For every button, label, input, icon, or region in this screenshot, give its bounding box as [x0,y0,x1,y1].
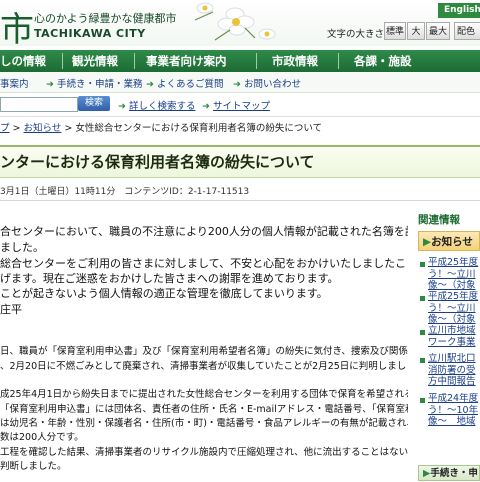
sidebar-link-line: ワーク事業 [428,336,476,348]
body-text-line: 庄平 [0,303,22,316]
font-size-label: 文字の大きさ [327,29,385,40]
body-text-line: 総合センターをご利用の皆さまに対しまして、不安と心配をおかけいたしましたことにつ… [0,257,408,270]
nav-item-departments[interactable]: 各課・施設 [354,50,412,72]
bullet-icon [420,398,425,403]
bullet-icon [420,330,425,335]
subnav-contact-link[interactable]: ➜ お問い合わせ [233,76,301,90]
search-button[interactable]: 検索 [78,96,110,111]
publish-date: 3月1日（土曜日）11時11分 [0,187,116,197]
color-scheme-button[interactable]: 配色変 [454,22,480,40]
font-size-large-button[interactable]: 大 [407,22,425,40]
nav-divider [338,53,339,69]
sidebar-notice-link[interactable]: 立川駅北口 消防署の受 方中間報告 [428,353,480,388]
breadcrumb-separator: > [12,123,21,134]
bullet-icon [420,262,425,267]
subnav-procedures-link[interactable]: ➜ 手続き・申請・業務 [46,76,142,90]
advanced-search-link[interactable]: ➜ 詳しく検索する [118,98,195,112]
sidebar-link-line: 平成25年度 [428,257,479,268]
sidebar-notice-link[interactable]: 平成25年度 う！～立川 像～（対象 [428,291,480,326]
nav-item-tourism[interactable]: 観光情報 [72,50,118,72]
content-id: 2-1-17-11513 [187,187,250,197]
subnav-faq-link[interactable]: ➜ よくあるご質問 [146,76,223,90]
city-name-english: TACHIKAWA CITY [34,27,146,40]
breadcrumb-current: 女性総合センターにおける保育利用者名簿の紛失について [75,123,323,134]
detail-text-line: 成25年4月1日から紛失日までに提出された女性総合センターを利用する団体で保育を… [0,389,408,400]
nav-divider [62,53,63,69]
sidebar-notice-link[interactable]: 立川市地域 ワーク事業 [428,325,480,348]
related-info-heading: 関連情報 [418,214,460,226]
font-size-standard-button[interactable]: 標準 [384,22,406,40]
sidebar-link-line: う！～立川 [428,268,476,280]
breadcrumb: プ > お知らせ > 女性総合センターにおける保育利用者名簿の紛失について [0,120,322,134]
subnav-label: 手続き・申請・業務 [56,79,143,90]
body-text-line: ました。 [0,241,44,254]
notice-heading: ▶お知らせ [418,231,480,251]
sidebar-link-line: う！～10年 [428,404,479,416]
breadcrumb-notice-link[interactable]: お知らせ [24,123,62,134]
sidebar-link-line: う！～立川 [428,302,476,314]
subnav-label: よくあるご質問 [156,79,224,90]
arrow-right-icon: ➜ [146,79,154,90]
font-size-max-button[interactable]: 最大 [426,22,450,40]
sidebar-link-line: 方中間報告 [428,376,476,387]
search-input[interactable] [0,97,78,112]
content-divider [0,200,480,201]
arrow-right-icon: ➜ [202,101,210,112]
sidebar-link-line: 立川市地域 [428,325,476,336]
sidebar-link-line: 像～（対象 [428,280,476,291]
arrow-right-icon: ➜ [118,101,126,112]
breadcrumb-separator: > [64,123,73,134]
subnav-label: 事案内 [0,79,29,90]
arrow-right-icon: ➜ [233,79,241,90]
content-id-label: コンテンツID： [124,187,188,197]
sidebar-notice-link[interactable]: 平成24年度 う！～10年 像～ 地域 [428,393,480,428]
nav-item-city-admin[interactable]: 市政情報 [272,50,318,72]
breadcrumb-divider [0,116,480,117]
sidebar-link-line: 平成25年度 [428,291,479,302]
bullet-icon [420,296,425,301]
nav-divider [256,53,257,69]
sidebar-link-line: 像～（対象 [428,314,476,325]
procedures-heading[interactable]: ▶手続き・申 [418,465,480,481]
city-tagline: 心のかよう緑豊かな健康都市 [34,12,177,25]
chevron-right-icon: ▶ [423,236,432,248]
sidebar-link-line: 消防署の受 [428,364,476,376]
english-link[interactable]: English [438,3,480,18]
page-title: ンターにおける保育利用者名簿の紛失について [0,153,315,171]
city-logo[interactable]: 市 [0,2,34,51]
sidebar-link-line: 平成24年度 [428,393,479,404]
detail-text-line: 数は200人分です。 [0,432,84,443]
body-text-line: ことが起きないよう個人情報の適正な管理を徹底してまいります。 [0,287,328,300]
sidebar-link-line: 立川駅北口 [428,353,476,364]
sidebar-link-line: 像～ 地域 [428,416,476,427]
nav-divider [134,53,135,69]
procedures-heading-label: 手続き・申 [430,468,478,479]
subnav-label: お問い合わせ [243,79,301,90]
detail-text-line: 「保育室利用申込書」には団体名、責任者の住所・氏名・E-mailアドレス・電話番… [0,404,408,415]
nav-item-business[interactable]: 事業者向け案内 [146,50,227,72]
breadcrumb-home-link[interactable]: プ [0,123,10,134]
sitemap-label: サイトマップ [212,101,270,112]
flower-banner-image [194,2,276,41]
detail-text-line: 日、職員が「保育室利用申込書」及び「保育室利用希望者名簿」の紛失に気付き、捜索及… [0,346,408,357]
nav-item-life-info[interactable]: しの情報 [0,50,46,72]
detail-text-line: は幼児名・年齢・性別・保護者名・住所(市・町)・電話番号・食品アレルギーの有無が… [0,418,408,429]
notice-heading-label: お知らせ [431,236,473,248]
page-meta: 3月1日（土曜日）11時11分 コンテンツID：2-1-17-11513 [0,184,249,197]
sitemap-link[interactable]: ➜ サイトマップ [202,98,270,112]
body-text-line: 合センターにおいて、職員の不注意により200人分の個人情報が記載された名簿を誤っ… [0,225,408,238]
detail-text-line: 、2月20日に不燃ごみとして廃棄され、清掃事業者が収集していたことが2月25日に… [0,361,407,372]
detail-text-line: 工程を確認した結果、清掃事業者のリサイクル施設内で圧縮処理され、他に流出すること… [0,447,408,458]
detail-text-line: 判断しました。 [0,461,67,472]
advanced-search-label: 詳しく検索する [128,101,196,112]
sidebar-notice-link[interactable]: 平成25年度 う！～立川 像～（対象 [428,257,480,292]
subnav-guide-link[interactable]: 事案内 [0,76,29,90]
bullet-icon [420,358,425,363]
body-text-line: げます。現在ご迷惑をおかけした皆さまへの謝罪を進めております。 [0,272,339,285]
arrow-right-icon: ➜ [46,79,54,90]
